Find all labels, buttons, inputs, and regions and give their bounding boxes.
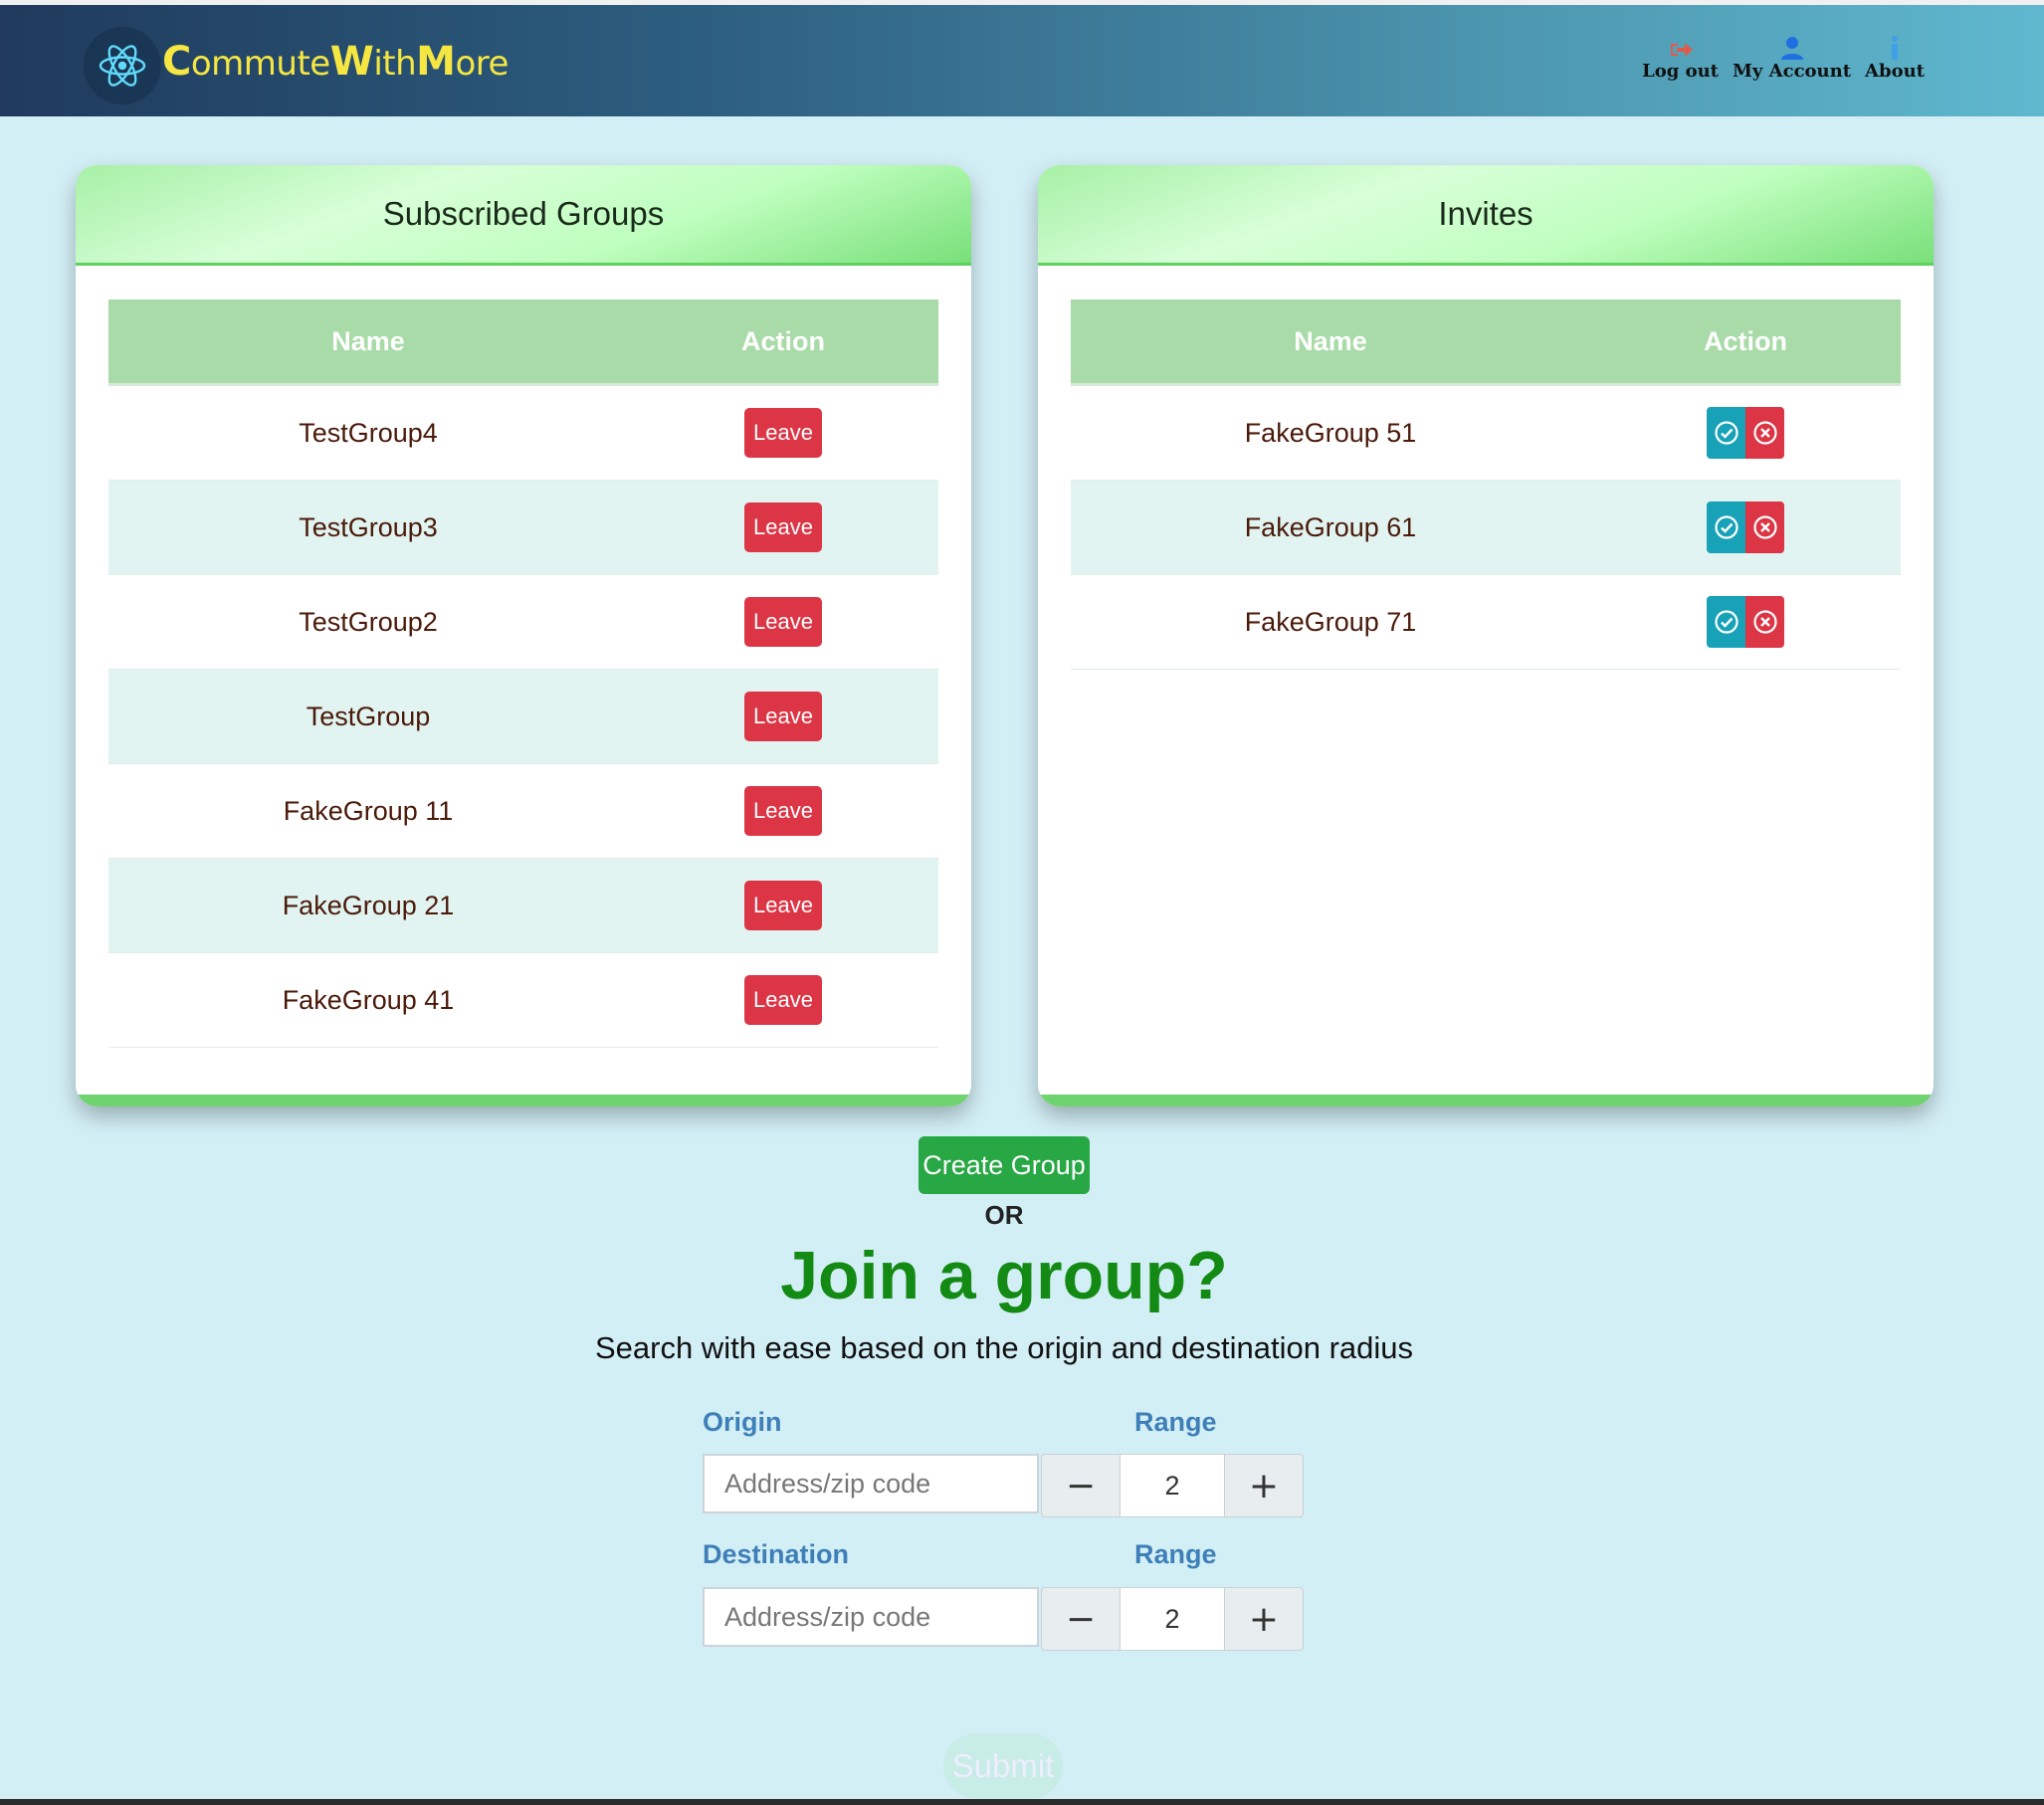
join-subheading: Search with ease based on the origin and…: [594, 1330, 1414, 1365]
action-cell: Leave: [628, 669, 938, 764]
decline-invite-button[interactable]: [1745, 407, 1784, 459]
leave-button[interactable]: Leave: [744, 786, 822, 836]
origin-range-decrement-button[interactable]: −: [1041, 1454, 1121, 1517]
table-row: TestGroup4 Leave: [108, 384, 938, 481]
origin-range-increment-button[interactable]: +: [1224, 1454, 1304, 1517]
group-name: TestGroup3: [108, 480, 628, 575]
table-row: FakeGroup 71: [1071, 574, 1901, 670]
accept-invite-button[interactable]: [1707, 407, 1745, 459]
leave-button[interactable]: Leave: [744, 597, 822, 647]
action-cell: Leave: [628, 480, 938, 575]
brand-name[interactable]: CommuteWithMore: [162, 39, 509, 85]
origin-range-label: Range: [1134, 1407, 1217, 1437]
nav-about[interactable]: About: [1865, 33, 1925, 82]
invites-table: Name Action FakeGroup 51 FakeGroup 61 Fake…: [1071, 300, 1901, 670]
group-name: FakeGroup 21: [108, 858, 628, 953]
group-name: FakeGroup 11: [108, 763, 628, 859]
leave-button[interactable]: Leave: [744, 881, 822, 930]
invite-group-name: FakeGroup 71: [1071, 574, 1590, 670]
navbar: CommuteWithMore Log out My Account About: [0, 5, 2044, 116]
action-cell: Leave: [628, 574, 938, 670]
origin-range-stepper: − 2 +: [1041, 1454, 1304, 1519]
subscribed-groups-title: Subscribed Groups: [76, 165, 971, 266]
table-row: TestGroup Leave: [108, 669, 938, 764]
leave-button[interactable]: Leave: [744, 692, 822, 741]
origin-range-value[interactable]: 2: [1121, 1454, 1224, 1517]
destination-input[interactable]: [703, 1587, 1039, 1647]
check-circle-icon: [1714, 610, 1738, 634]
decline-invite-button[interactable]: [1745, 596, 1784, 648]
leave-button[interactable]: Leave: [744, 408, 822, 458]
action-cell: [1590, 480, 1901, 575]
or-separator: OR: [984, 1200, 1024, 1230]
destination-label: Destination: [703, 1539, 850, 1569]
origin-input[interactable]: [703, 1454, 1039, 1513]
leave-button[interactable]: Leave: [744, 975, 822, 1025]
nav-my-account[interactable]: My Account: [1733, 33, 1851, 82]
column-header-name: Name: [1071, 300, 1590, 386]
nav-logout[interactable]: Log out: [1642, 33, 1719, 82]
nav-logout-label: Log out: [1642, 61, 1719, 82]
submit-button[interactable]: Submit: [943, 1733, 1063, 1799]
nav-about-label: About: [1865, 61, 1925, 82]
table-row: FakeGroup 41 Leave: [108, 952, 938, 1048]
action-cell: [1590, 384, 1901, 481]
invites-title: Invites: [1038, 165, 1934, 266]
x-circle-icon: [1752, 515, 1777, 539]
origin-label: Origin: [703, 1407, 782, 1437]
column-header-action: Action: [1590, 300, 1901, 386]
accept-invite-button[interactable]: [1707, 596, 1745, 648]
invites-card: Invites Name Action FakeGroup 51 FakeGrou…: [1038, 165, 1934, 1106]
nav-my-account-label: My Account: [1733, 61, 1852, 82]
react-logo-icon[interactable]: [84, 27, 161, 104]
bottom-bar: [0, 1799, 2044, 1805]
table-row: FakeGroup 51: [1071, 384, 1901, 481]
decline-invite-button[interactable]: [1745, 501, 1784, 553]
check-circle-icon: [1714, 421, 1738, 445]
table-row: FakeGroup 11 Leave: [108, 763, 938, 859]
destination-range-increment-button[interactable]: +: [1224, 1587, 1304, 1651]
action-cell: Leave: [628, 384, 938, 481]
action-cell: Leave: [628, 763, 938, 859]
accept-invite-button[interactable]: [1707, 501, 1745, 553]
user-icon: [1779, 33, 1805, 61]
column-header-action: Action: [628, 300, 938, 386]
invite-group-name: FakeGroup 61: [1071, 480, 1590, 575]
subscribed-groups-table: Name Action TestGroup4 Leave TestGroup3 Lea…: [108, 300, 938, 1048]
action-cell: Leave: [628, 858, 938, 953]
destination-range-value[interactable]: 2: [1121, 1587, 1224, 1651]
nav-links: Log out My Account About: [1642, 33, 1925, 82]
action-cell: [1590, 574, 1901, 670]
join-heading: Join a group?: [780, 1238, 1228, 1313]
leave-button[interactable]: Leave: [744, 502, 822, 552]
table-row: TestGroup3 Leave: [108, 480, 938, 575]
destination-range-decrement-button[interactable]: −: [1041, 1587, 1121, 1651]
table-row: TestGroup2 Leave: [108, 574, 938, 670]
table-row: FakeGroup 61: [1071, 480, 1901, 575]
logout-icon: [1668, 33, 1694, 61]
group-name: TestGroup4: [108, 384, 628, 481]
group-name: TestGroup: [108, 669, 628, 764]
action-cell: Leave: [628, 952, 938, 1048]
invite-group-name: FakeGroup 51: [1071, 384, 1590, 481]
subscribed-groups-card: Subscribed Groups Name Action TestGroup4…: [76, 165, 971, 1106]
x-circle-icon: [1752, 610, 1777, 634]
destination-range-label: Range: [1134, 1539, 1217, 1569]
create-group-button[interactable]: Create Group: [919, 1136, 1090, 1194]
destination-range-stepper: − 2 +: [1041, 1587, 1304, 1653]
info-icon: [1889, 33, 1901, 61]
check-circle-icon: [1714, 515, 1738, 539]
group-name: TestGroup2: [108, 574, 628, 670]
group-name: FakeGroup 41: [108, 952, 628, 1048]
column-header-name: Name: [108, 300, 628, 386]
table-row: FakeGroup 21 Leave: [108, 858, 938, 953]
x-circle-icon: [1752, 421, 1777, 445]
